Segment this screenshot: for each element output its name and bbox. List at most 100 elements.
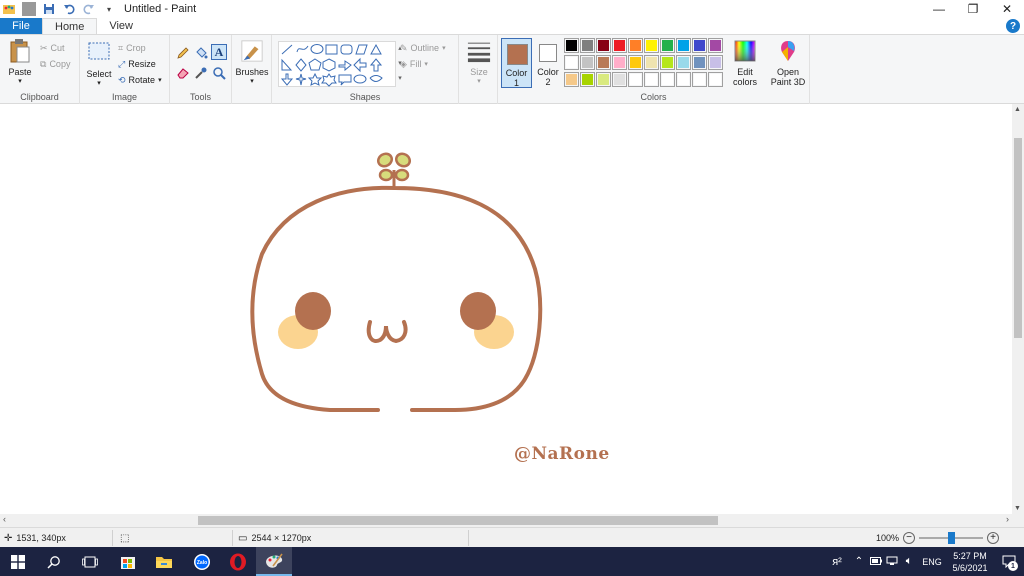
- palette-swatch[interactable]: [708, 55, 723, 70]
- magnifier-icon[interactable]: [211, 65, 227, 81]
- paste-button[interactable]: Paste ▾: [6, 39, 34, 85]
- palette-swatch[interactable]: [676, 38, 691, 53]
- palette-swatch[interactable]: [676, 72, 691, 87]
- color2-button[interactable]: Color 2: [534, 38, 562, 88]
- palette-swatch[interactable]: [580, 38, 595, 53]
- help-icon[interactable]: ?: [1006, 19, 1020, 33]
- scroll-right-icon[interactable]: ›: [1006, 514, 1009, 524]
- paste-icon: [8, 39, 32, 63]
- palette-swatch[interactable]: [692, 38, 707, 53]
- palette-swatch[interactable]: [612, 55, 627, 70]
- battery-icon[interactable]: [868, 556, 884, 567]
- notification-center-button[interactable]: 1: [994, 555, 1024, 571]
- palette-swatch[interactable]: [612, 72, 627, 87]
- people-icon[interactable]: ᴙ²: [824, 556, 850, 568]
- cut-button[interactable]: ✂ Cut: [40, 41, 65, 55]
- palette-swatch[interactable]: [628, 55, 643, 70]
- redo-icon[interactable]: [82, 2, 96, 16]
- palette-swatch[interactable]: [564, 72, 579, 87]
- text-tool-icon[interactable]: A: [211, 44, 227, 60]
- search-button[interactable]: [36, 547, 72, 576]
- scroll-left-icon[interactable]: ‹: [3, 514, 6, 524]
- palette-swatch-color: [582, 57, 593, 68]
- brushes-button[interactable]: Brushes ▾: [235, 39, 269, 85]
- resize-button[interactable]: ⤢ Resize: [118, 57, 156, 71]
- palette-swatch[interactable]: [660, 55, 675, 70]
- file-explorer-button[interactable]: [146, 547, 182, 576]
- save-icon[interactable]: [42, 2, 56, 16]
- crop-button[interactable]: ⌗ Crop: [118, 41, 146, 55]
- tab-file[interactable]: File: [0, 18, 42, 34]
- palette-swatch[interactable]: [708, 72, 723, 87]
- store-app-button[interactable]: [110, 547, 146, 576]
- start-button[interactable]: [0, 547, 36, 576]
- palette-swatch[interactable]: [708, 38, 723, 53]
- color-picker-icon[interactable]: [193, 65, 209, 81]
- palette-swatch[interactable]: [644, 55, 659, 70]
- image-group: Select ▾ ⌗ Crop ⤢ Resize ⟲ Rotate ▾ Imag…: [80, 35, 170, 104]
- palette-swatch[interactable]: [580, 72, 595, 87]
- palette-swatch[interactable]: [660, 38, 675, 53]
- scroll-down-icon[interactable]: ▼: [1014, 505, 1021, 512]
- palette-swatch[interactable]: [676, 55, 691, 70]
- fill-button[interactable]: ◈ Fill ▾: [400, 57, 428, 71]
- rotate-button[interactable]: ⟲ Rotate ▾: [118, 73, 162, 87]
- vertical-scrollbar[interactable]: ▲ ▼: [1012, 104, 1024, 514]
- paint-taskbar-button[interactable]: [256, 547, 292, 576]
- zoom-in-icon[interactable]: +: [987, 532, 1000, 544]
- palette-swatch[interactable]: [628, 72, 643, 87]
- paint-app-icon[interactable]: [2, 2, 16, 16]
- clock-time: 5:27 PM: [953, 550, 987, 561]
- palette-swatch[interactable]: [564, 38, 579, 53]
- palette-swatch[interactable]: [628, 38, 643, 53]
- palette-swatch[interactable]: [644, 38, 659, 53]
- zoom-slider-thumb[interactable]: [947, 532, 955, 544]
- copy-button[interactable]: ⧉ Copy: [40, 57, 70, 71]
- opera-app-button[interactable]: [220, 547, 256, 576]
- fill-bucket-icon[interactable]: [193, 45, 209, 61]
- palette-swatch[interactable]: [596, 38, 611, 53]
- palette-swatch[interactable]: [660, 72, 675, 87]
- clock[interactable]: 5:27 PM 5/6/2021: [946, 550, 994, 574]
- pencil-icon[interactable]: [175, 45, 191, 61]
- tab-home[interactable]: Home: [42, 18, 98, 34]
- customize-icon[interactable]: ▾: [102, 2, 116, 16]
- tab-view[interactable]: View: [97, 18, 145, 34]
- size-button[interactable]: Size ▾: [463, 39, 495, 85]
- close-button[interactable]: ✕: [990, 0, 1024, 18]
- horizontal-scroll-thumb[interactable]: [198, 516, 718, 525]
- palette-swatch[interactable]: [612, 38, 627, 53]
- edit-colors-button[interactable]: Edit colors: [730, 39, 760, 87]
- undo-icon[interactable]: [62, 2, 76, 16]
- show-hidden-icons-icon[interactable]: ⌃: [850, 556, 868, 567]
- zalo-app-button[interactable]: Zalo: [184, 547, 220, 576]
- palette-swatch-color: [582, 74, 593, 85]
- eraser-icon[interactable]: [175, 65, 191, 81]
- scroll-up-icon[interactable]: ▲: [1014, 106, 1021, 113]
- palette-swatch[interactable]: [564, 55, 579, 70]
- palette-swatch[interactable]: [692, 55, 707, 70]
- task-view-button[interactable]: [72, 547, 108, 576]
- search-icon: [47, 555, 60, 569]
- restore-button[interactable]: ❐: [956, 0, 990, 18]
- language-indicator[interactable]: ENG: [918, 557, 946, 567]
- palette-swatch-color: [646, 40, 657, 51]
- horizontal-scrollbar[interactable]: ‹ ›: [0, 514, 1012, 527]
- drawing-canvas[interactable]: @NaRone: [0, 104, 1012, 514]
- select-button[interactable]: Select ▾: [84, 39, 114, 87]
- palette-swatch[interactable]: [596, 55, 611, 70]
- volume-icon[interactable]: 🔈︎: [900, 555, 918, 568]
- outline-button[interactable]: ✎ Outline ▾: [400, 41, 446, 55]
- palette-swatch[interactable]: [580, 55, 595, 70]
- shapes-gallery-icons[interactable]: [279, 42, 397, 88]
- zoom-slider[interactable]: [919, 532, 984, 544]
- vertical-scroll-thumb[interactable]: [1014, 138, 1022, 338]
- open-paint3d-button[interactable]: Open Paint 3D: [768, 39, 808, 87]
- color1-button[interactable]: Color 1: [501, 38, 532, 88]
- palette-swatch[interactable]: [596, 72, 611, 87]
- network-icon[interactable]: [884, 556, 900, 568]
- zoom-out-icon[interactable]: −: [903, 532, 916, 544]
- palette-swatch[interactable]: [692, 72, 707, 87]
- minimize-button[interactable]: —: [922, 0, 956, 18]
- palette-swatch[interactable]: [644, 72, 659, 87]
